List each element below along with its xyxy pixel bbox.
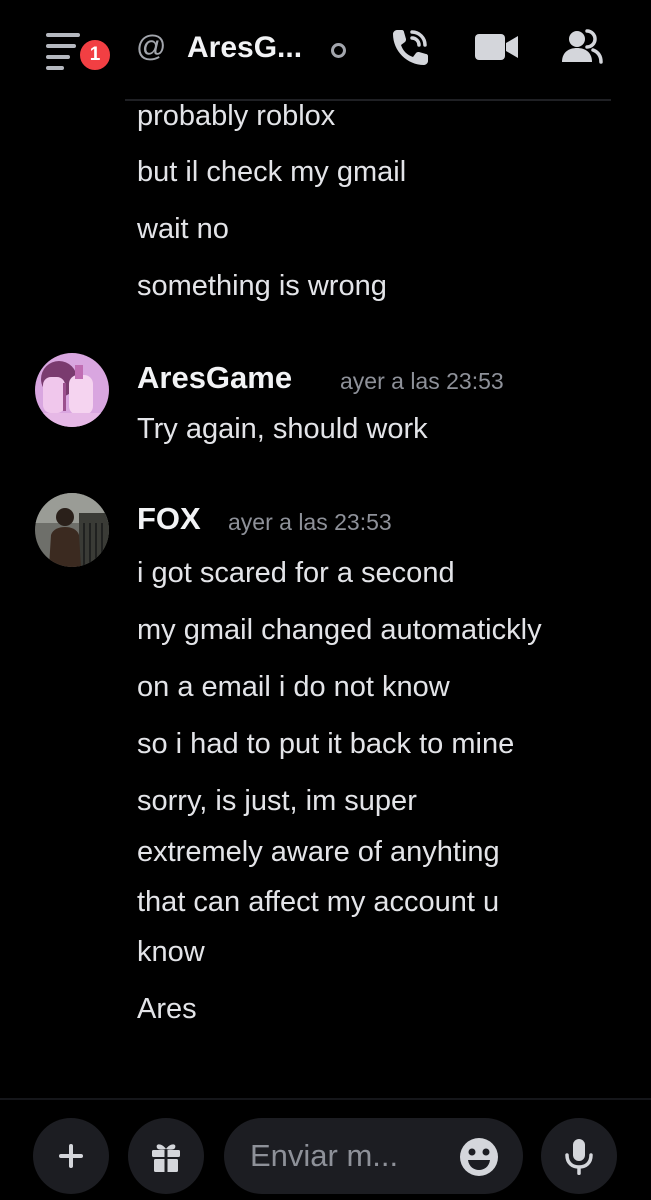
- voice-call-icon: [393, 30, 428, 65]
- message-list[interactable]: probably roblox but il check my gmail wa…: [0, 100, 651, 1095]
- message-timestamp: ayer a las 23:53: [228, 509, 392, 535]
- members-icon: [562, 29, 603, 64]
- video-call-button[interactable]: [473, 26, 521, 70]
- gift-icon: [152, 1144, 180, 1172]
- message-text[interactable]: wait no: [137, 210, 229, 248]
- gift-button[interactable]: [128, 1118, 204, 1194]
- message-text[interactable]: sorry, is just, im super: [137, 782, 417, 820]
- message-text[interactable]: i got scared for a second: [137, 554, 455, 592]
- message-input-placeholder: Enviar m...: [250, 1138, 399, 1173]
- message-text[interactable]: on a email i do not know: [137, 668, 450, 706]
- message-text[interactable]: that can affect my account u: [137, 883, 499, 921]
- emoji-icon: [460, 1138, 498, 1176]
- voice-call-button[interactable]: [385, 26, 433, 70]
- chat-header: 1 @ AresG...: [0, 0, 651, 101]
- message-text[interactable]: so i had to put it back to mine: [137, 725, 514, 763]
- message-text[interactable]: know: [137, 933, 205, 971]
- message-text[interactable]: Ares: [137, 990, 197, 1028]
- message-composer: Enviar m...: [0, 1100, 651, 1200]
- message-text[interactable]: probably roblox: [137, 97, 335, 135]
- message-text[interactable]: my gmail changed automatickly: [137, 611, 542, 649]
- add-attachment-button[interactable]: [33, 1118, 109, 1194]
- message-text[interactable]: extremely aware of anyhting: [137, 833, 500, 871]
- message-text[interactable]: but il check my gmail: [137, 153, 406, 191]
- avatar[interactable]: [35, 353, 109, 427]
- fox-avatar-image: [35, 493, 109, 567]
- aresgame-avatar-image: [35, 353, 109, 427]
- message-text[interactable]: Try again, should work: [137, 410, 428, 448]
- microphone-icon: [565, 1139, 593, 1175]
- status-dot-icon: [331, 43, 346, 58]
- message-timestamp: ayer a las 23:53: [340, 368, 504, 394]
- video-call-icon: [475, 34, 518, 60]
- at-icon: @: [136, 30, 167, 63]
- channel-title[interactable]: AresG...: [187, 30, 302, 66]
- members-button[interactable]: [558, 26, 606, 70]
- message-text[interactable]: something is wrong: [137, 267, 387, 305]
- notification-badge: 1: [76, 36, 114, 74]
- voice-message-button[interactable]: [541, 1118, 617, 1194]
- plus-icon: [59, 1144, 83, 1168]
- message-author[interactable]: FOX: [137, 500, 201, 538]
- avatar[interactable]: [35, 493, 109, 567]
- message-author[interactable]: AresGame: [137, 359, 292, 397]
- emoji-button[interactable]: [458, 1136, 500, 1178]
- message-input[interactable]: Enviar m...: [224, 1118, 523, 1194]
